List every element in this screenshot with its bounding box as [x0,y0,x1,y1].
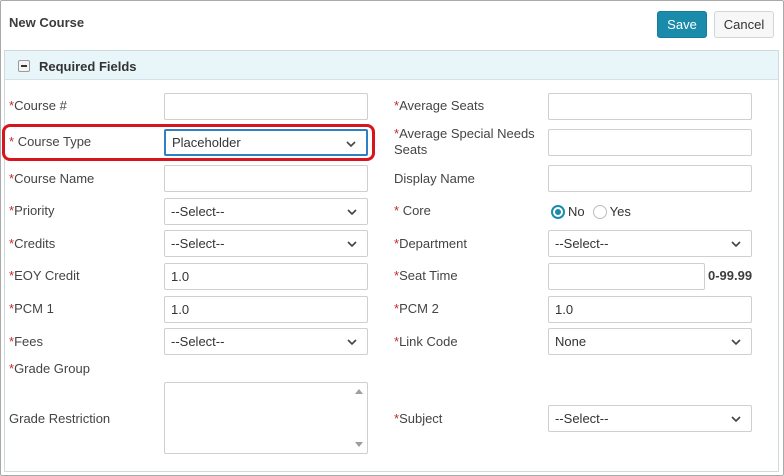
core-no-radio[interactable] [551,204,565,219]
course-name-label: *Course Name [9,171,95,186]
eoy-credit-input[interactable]: 1.0 [164,263,368,290]
core-label: * Core [394,203,431,218]
subject-select[interactable]: --Select-- [548,405,752,432]
department-label: *Department [394,236,467,251]
chevron-down-icon [731,241,741,248]
course-type-highlight [2,124,375,161]
link-code-label: *Link Code [394,334,458,349]
cancel-button[interactable]: Cancel [714,11,774,38]
course-number-label: *Course # [9,98,67,113]
fees-label: *Fees [9,334,43,349]
chevron-down-icon [347,209,357,216]
pcm2-input[interactable]: 1.0 [548,296,752,323]
fees-select[interactable]: --Select-- [164,328,368,355]
section-header: Required Fields [5,51,778,80]
seat-time-range-hint: 0-99.99 [708,268,753,283]
average-seats-input[interactable] [548,93,752,120]
subject-label: *Subject [394,411,443,426]
page-title: New Course [9,15,85,30]
collapse-icon[interactable] [18,60,30,72]
seat-time-input[interactable] [548,263,705,290]
scrollbar[interactable] [353,385,365,451]
chevron-down-icon [347,241,357,248]
scroll-down-icon[interactable] [355,442,363,447]
pcm1-input[interactable]: 1.0 [164,296,368,323]
department-value: --Select-- [555,236,609,251]
section-title: Required Fields [39,59,137,74]
eoy-credit-label: *EOY Credit [9,268,80,283]
chevron-down-icon [731,339,741,346]
credits-value: --Select-- [171,236,225,251]
scroll-up-icon[interactable] [355,389,363,394]
display-name-label: Display Name [394,171,475,186]
save-button[interactable]: Save [657,11,707,38]
pcm1-label: *PCM 1 [9,301,54,316]
priority-select[interactable]: --Select-- [164,198,368,225]
core-no-label: No [568,204,585,219]
grade-group-label: *Grade Group [9,361,90,376]
core-radio-group: No Yes [551,204,631,219]
link-code-select[interactable]: None [548,328,752,355]
grade-restriction-label: Grade Restriction [9,411,111,426]
average-special-needs-seats-input[interactable] [548,129,752,156]
department-select[interactable]: --Select-- [548,230,752,257]
link-code-value: None [555,334,587,349]
chevron-down-icon [347,339,357,346]
average-special-needs-seats-label: *Average Special Needs Seats [394,126,535,157]
priority-value: --Select-- [171,204,225,219]
credits-label: *Credits [9,236,56,251]
fees-value: --Select-- [171,334,225,349]
course-name-input[interactable] [164,165,368,192]
core-yes-radio[interactable] [592,204,607,219]
credits-select[interactable]: --Select-- [164,230,368,257]
display-name-input[interactable] [548,165,752,192]
seat-time-label: *Seat Time [394,268,458,283]
core-yes-label: Yes [609,204,631,219]
chevron-down-icon [731,416,741,423]
course-number-input[interactable] [164,93,368,120]
priority-label: *Priority [9,203,55,218]
grade-restriction-listbox[interactable] [164,382,368,454]
subject-value: --Select-- [555,411,609,426]
average-seats-label: *Average Seats [394,98,485,113]
pcm2-label: *PCM 2 [394,301,439,316]
